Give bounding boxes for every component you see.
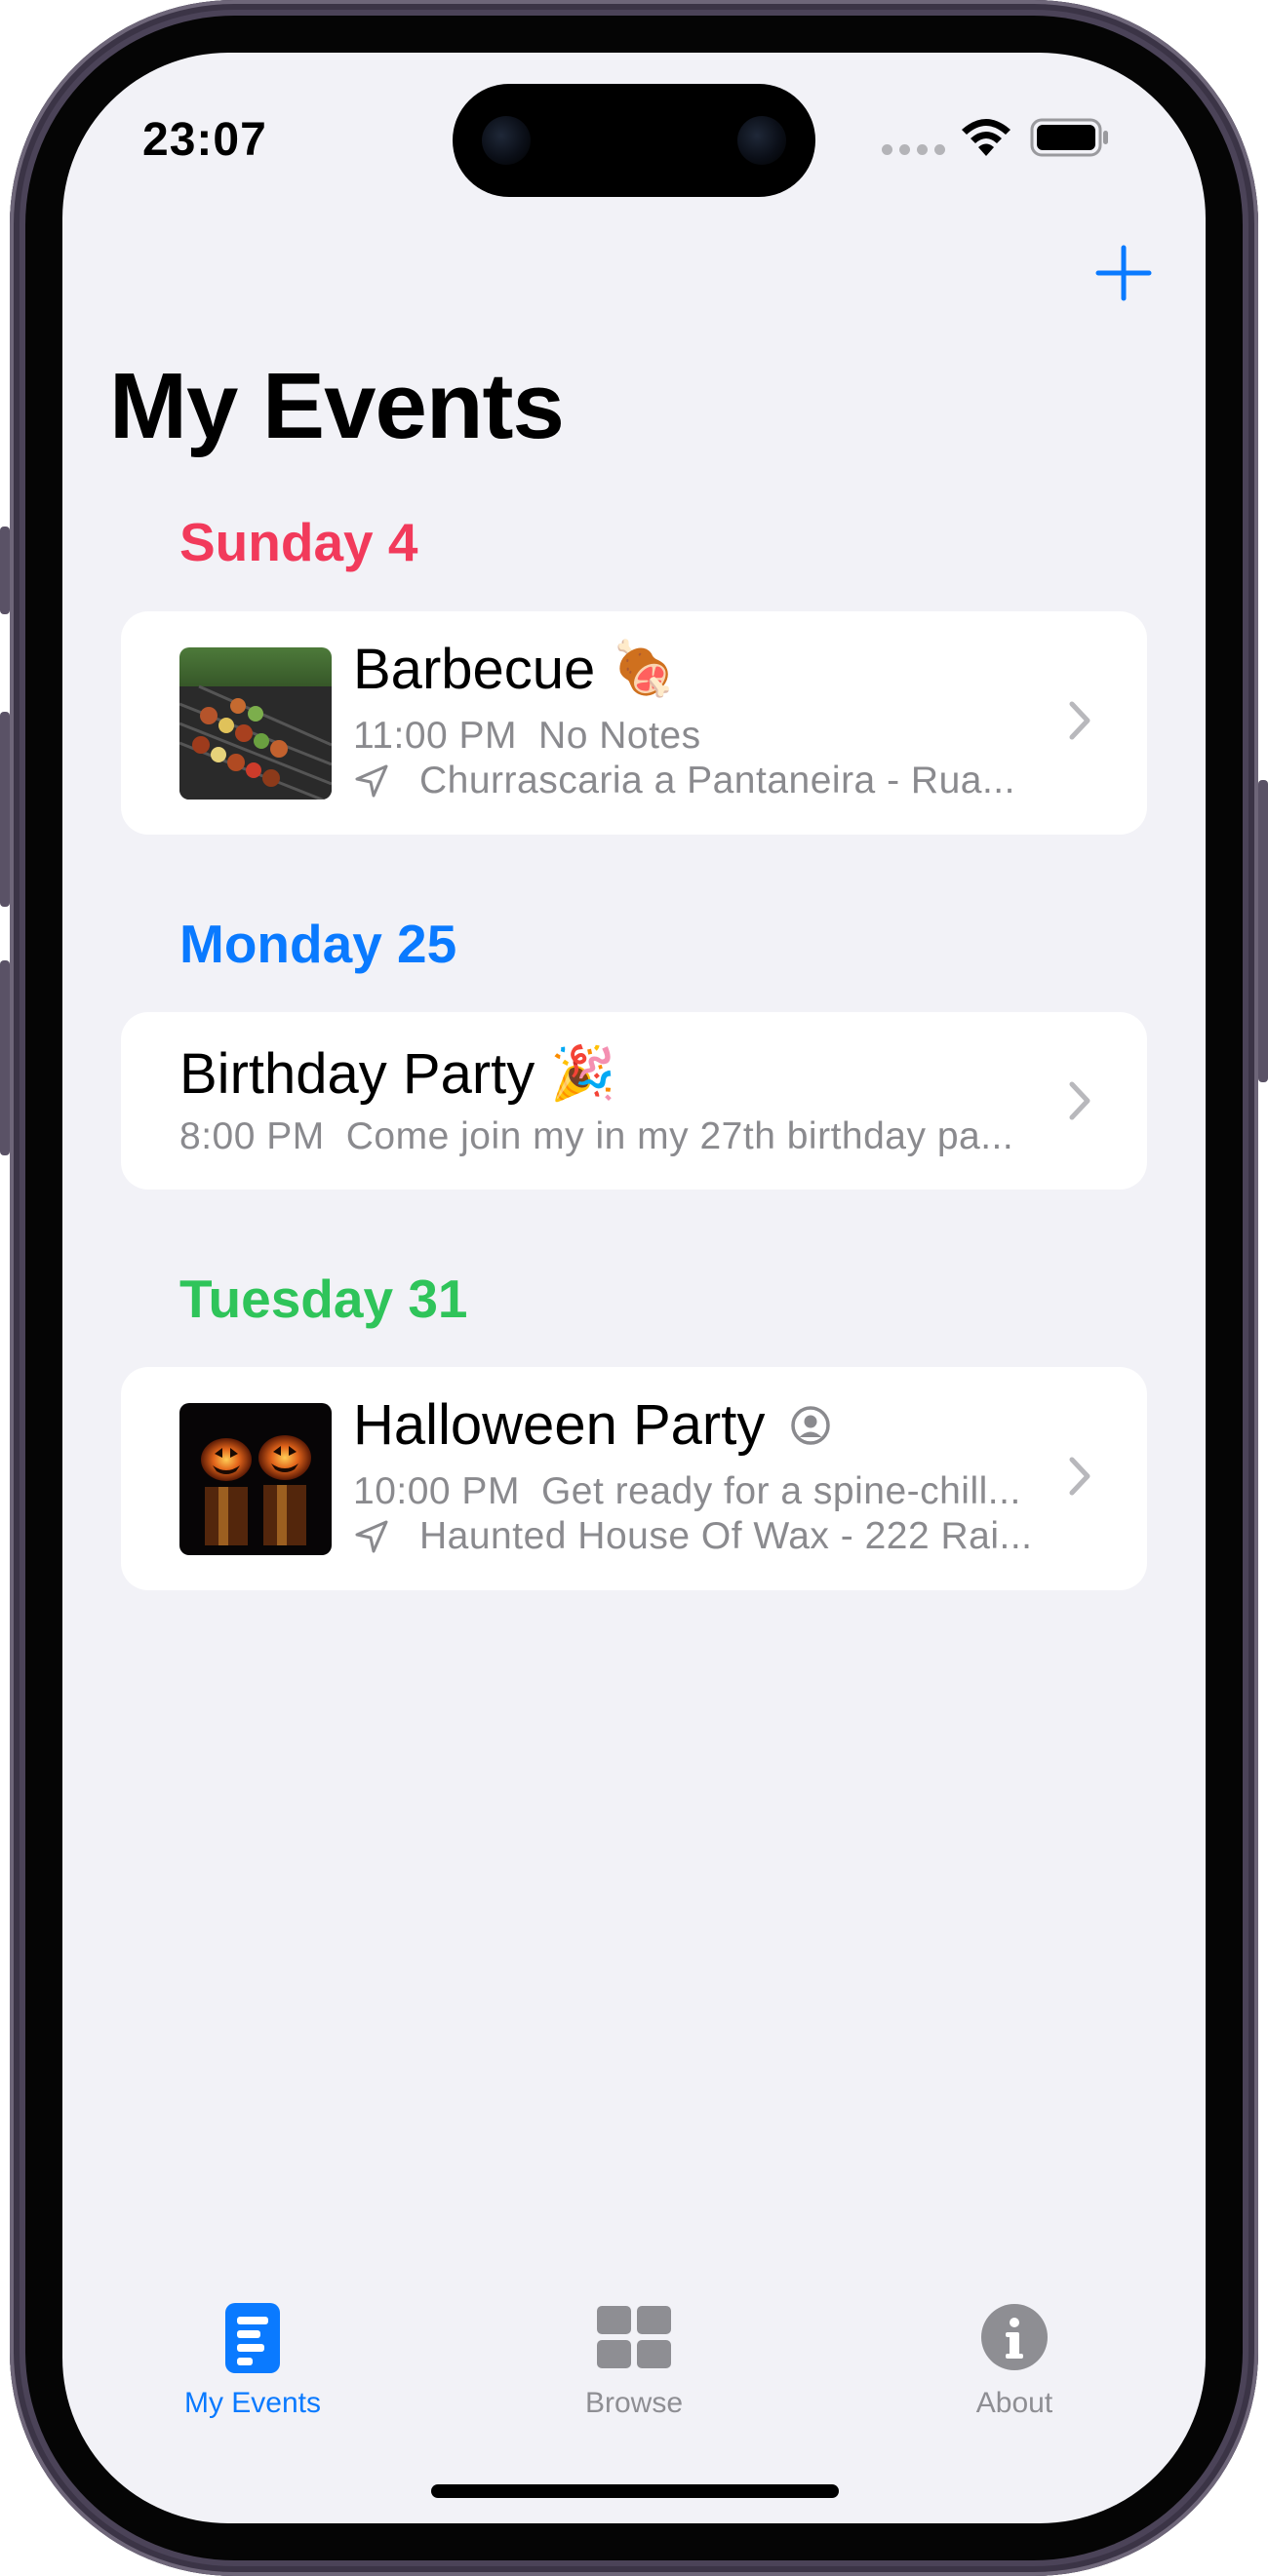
cellular-signal-icon — [882, 144, 945, 155]
tab-label: Browse — [584, 2387, 684, 2419]
event-thumbnail-barbecue — [179, 647, 332, 800]
event-title: Halloween Party — [353, 1393, 766, 1457]
person-circle-icon — [791, 1405, 831, 1445]
event-notes: No Notes — [538, 715, 701, 757]
event-title-row: Birthday Party 🎉 — [179, 1041, 616, 1107]
event-meta: 10:00 PM Get ready for a spine-chill... — [353, 1470, 1021, 1513]
tab-my-events[interactable]: My Events — [136, 2297, 370, 2424]
event-title-row: Halloween Party — [353, 1392, 831, 1458]
section-header-sunday: Sunday 4 — [179, 512, 418, 572]
event-location-text: Churrascaria a Pantaneira - Rua... — [419, 760, 1015, 801]
wifi-icon — [962, 119, 1010, 156]
tab-label: About — [975, 2387, 1053, 2419]
location-arrow-icon — [355, 1520, 388, 1553]
sensor-icon — [737, 116, 786, 165]
section-header-tuesday: Tuesday 31 — [179, 1268, 468, 1329]
camera-icon — [482, 116, 531, 165]
event-title-row: Barbecue 🍖 — [353, 637, 677, 702]
device-volume-down-button — [0, 960, 10, 1155]
event-meta: 8:00 PM Come join my in my 27th birthday … — [179, 1115, 1013, 1158]
location-arrow-icon — [355, 764, 388, 798]
grid-icon — [597, 2306, 671, 2368]
add-event-button[interactable] — [1092, 242, 1155, 304]
event-row-halloween-party[interactable]: Halloween Party 10:00 PM Get ready for a … — [121, 1367, 1147, 1590]
event-location: Churrascaria a Pantaneira - Rua... — [353, 760, 1015, 802]
event-title: Barbecue — [353, 638, 596, 701]
plus-icon — [1095, 245, 1152, 301]
chevron-right-icon — [1069, 701, 1090, 740]
section-header-monday: Monday 25 — [179, 914, 457, 974]
event-notes: Come join my in my 27th birthday pa... — [345, 1115, 1014, 1157]
tab-about[interactable]: About — [897, 2297, 1131, 2424]
event-row-birthday-party[interactable]: Birthday Party 🎉 8:00 PM Come join my in … — [121, 1012, 1147, 1190]
event-time: 11:00 PM — [353, 715, 518, 757]
event-meta: 11:00 PM No Notes — [353, 715, 701, 758]
battery-icon — [1030, 118, 1108, 157]
event-notes: Get ready for a spine-chill... — [540, 1470, 1021, 1512]
meat-emoji-icon: 🍖 — [611, 640, 677, 698]
info-icon — [981, 2304, 1048, 2370]
tab-label: My Events — [183, 2387, 322, 2419]
tab-browse[interactable]: Browse — [517, 2297, 751, 2424]
page-title: My Events — [109, 354, 565, 458]
party-popper-emoji-icon: 🎉 — [550, 1044, 616, 1103]
event-thumbnail-halloween — [179, 1403, 332, 1555]
event-time: 10:00 PM — [353, 1470, 520, 1512]
list-doc-icon — [225, 2303, 280, 2373]
event-time: 8:00 PM — [179, 1115, 325, 1157]
event-row-barbecue[interactable]: Barbecue 🍖 11:00 PM No Notes Churrascaria… — [121, 611, 1147, 835]
chevron-right-icon — [1069, 1081, 1090, 1120]
chevron-right-icon — [1069, 1457, 1090, 1496]
home-indicator[interactable] — [431, 2484, 839, 2498]
event-location-text: Haunted House Of Wax - 222 Rai... — [419, 1515, 1033, 1557]
event-location: Haunted House Of Wax - 222 Rai... — [353, 1515, 1033, 1558]
device-volume-up-button — [0, 712, 10, 907]
device-power-button — [1258, 780, 1268, 1082]
dynamic-island — [453, 84, 815, 197]
device-action-button — [0, 527, 10, 614]
event-title: Birthday Party — [179, 1042, 535, 1106]
status-time: 23:07 — [142, 114, 267, 166]
